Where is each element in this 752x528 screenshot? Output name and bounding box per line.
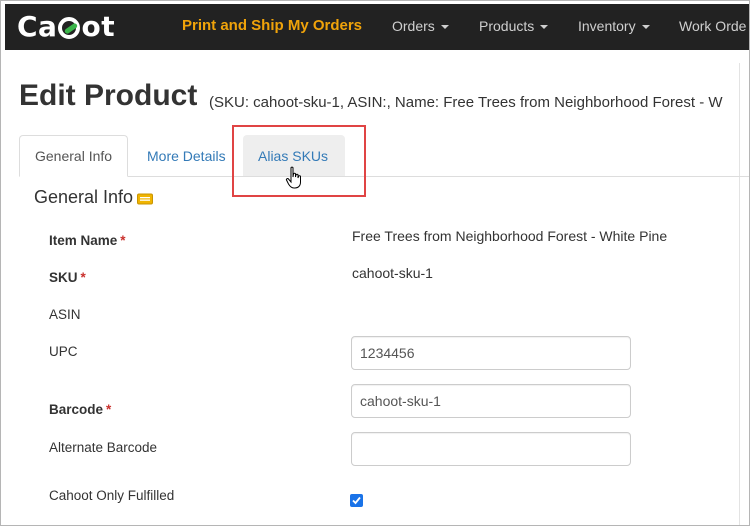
barcode-label-text: Barcode [49,402,104,417]
hand-cursor-icon [285,166,301,189]
item-name-value: Free Trees from Neighborhood Forest - Wh… [352,228,668,244]
nav-orders[interactable]: Orders [392,4,449,50]
nav-inventory[interactable]: Inventory [578,4,650,50]
cahoot-only-fulfilled-checkbox[interactable] [350,494,363,507]
sku-label: SKU * [49,270,86,285]
item-name-label: Item Name * [49,233,126,248]
caret-down-icon [440,25,449,30]
nav-work-orders[interactable]: Work Orde [679,4,746,50]
barcode-input[interactable] [351,384,631,418]
asin-label: ASIN [49,307,81,322]
content-divider [739,63,740,525]
required-marker: * [106,402,112,417]
logo-o-icon [58,17,81,39]
nav-print-ship[interactable]: Print and Ship My Orders [182,4,362,50]
caret-down-icon [641,25,650,30]
page-subtitle: (SKU: cahoot-sku-1, ASIN:, Name: Free Tr… [209,94,723,111]
top-navbar: Ca ot Print and Ship My Orders Orders Pro… [5,4,749,50]
item-name-label-text: Item Name [49,233,118,248]
tabs-baseline [19,176,749,177]
nav-orders-label: Orders [392,18,435,34]
alternate-barcode-input[interactable] [351,432,631,466]
barcode-label: Barcode * [49,402,111,417]
alternate-barcode-label: Alternate Barcode [49,440,158,455]
sku-value: cahoot-sku-1 [352,265,433,281]
nav-products-label: Products [479,18,535,34]
cahoot-only-fulfilled-label: Cahoot Only Fulfilled [49,488,175,503]
section-title: General Info [34,187,134,207]
checkmark-icon [352,496,361,505]
page-title: Edit Product [19,79,198,112]
tab-general-info[interactable]: General Info [19,135,128,177]
app-window: Ca ot Print and Ship My Orders Orders Pro… [0,0,750,526]
brand-logo[interactable]: Ca ot [17,8,115,46]
upc-input[interactable] [351,336,631,370]
nav-inventory-label: Inventory [578,18,636,34]
caret-down-icon [540,25,549,30]
required-marker: * [80,270,86,285]
required-marker: * [120,233,126,248]
nav-products[interactable]: Products [479,4,549,50]
info-badge-icon [137,193,153,205]
sku-label-text: SKU [49,270,78,285]
upc-label: UPC [49,344,78,359]
tab-more-details[interactable]: More Details [132,135,241,177]
